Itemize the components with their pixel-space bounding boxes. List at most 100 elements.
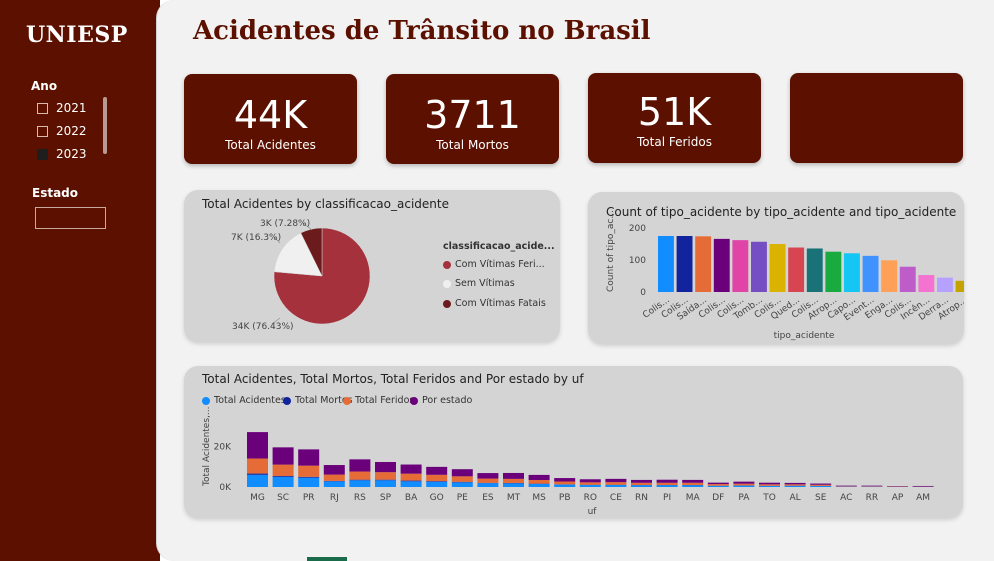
ano-option-2023[interactable]: 2023 bbox=[37, 146, 87, 162]
uf-chart-panel[interactable]: Total Acidentes, Total Mortos, Total Fer… bbox=[184, 366, 963, 518]
stacked-bar-segment[interactable] bbox=[707, 484, 729, 486]
stacked-bar-segment[interactable] bbox=[298, 449, 320, 466]
stacked-bar-segment[interactable] bbox=[272, 476, 294, 477]
bar[interactable] bbox=[862, 255, 879, 292]
stacked-bar-segment[interactable] bbox=[349, 480, 371, 487]
bar[interactable] bbox=[769, 244, 786, 292]
stacked-bar-segment[interactable] bbox=[400, 481, 422, 487]
bar[interactable] bbox=[788, 247, 805, 292]
stacked-bar-segment[interactable] bbox=[477, 473, 499, 479]
stacked-bar-segment[interactable] bbox=[349, 479, 371, 481]
stacked-bar-segment[interactable] bbox=[682, 485, 704, 487]
stacked-bar-segment[interactable] bbox=[759, 482, 780, 485]
kpi-card-total-acidentes[interactable]: 44K Total Acidentes bbox=[184, 74, 357, 164]
stacked-bar-segment[interactable] bbox=[426, 466, 448, 475]
stacked-bar-segment[interactable] bbox=[733, 483, 755, 486]
stacked-bar-segment[interactable] bbox=[400, 473, 422, 481]
stacked-bar-segment[interactable] bbox=[656, 479, 678, 483]
stacked-bar-segment[interactable] bbox=[375, 479, 396, 481]
stacked-bar-segment[interactable] bbox=[810, 485, 832, 487]
bar[interactable] bbox=[806, 248, 823, 292]
checkbox-checked-icon[interactable] bbox=[37, 148, 48, 160]
stacked-bar-segment[interactable] bbox=[707, 482, 729, 485]
stacked-bar-segment[interactable] bbox=[656, 485, 678, 487]
stacked-bar-segment[interactable] bbox=[272, 447, 294, 465]
pie-legend-item[interactable]: Com Vítimas Fatais bbox=[443, 298, 546, 309]
stacked-bar-segment[interactable] bbox=[503, 478, 524, 483]
stacked-bar-segment[interactable] bbox=[554, 481, 576, 485]
bar[interactable] bbox=[955, 280, 964, 292]
stacked-bar-segment[interactable] bbox=[912, 485, 934, 487]
pie-chart-panel[interactable]: Total Acidentes by classificacao_acident… bbox=[184, 190, 560, 342]
stacked-bar-segment[interactable] bbox=[247, 474, 268, 487]
bar[interactable] bbox=[899, 266, 916, 292]
stacked-bar-segment[interactable] bbox=[375, 472, 396, 480]
stacked-bar-segment[interactable] bbox=[579, 484, 601, 487]
stacked-bar-segment[interactable] bbox=[349, 459, 371, 472]
bar[interactable] bbox=[695, 236, 712, 292]
bar[interactable] bbox=[676, 236, 693, 292]
bar[interactable] bbox=[751, 241, 767, 292]
stacked-bar-segment[interactable] bbox=[784, 484, 806, 486]
pie-legend-item[interactable]: Com Vítimas Feri... bbox=[443, 259, 545, 270]
stacked-bar-segment[interactable] bbox=[605, 482, 627, 485]
stacked-bar-segment[interactable] bbox=[579, 482, 601, 485]
stacked-bar-segment[interactable] bbox=[528, 474, 550, 480]
stacked-bar-segment[interactable] bbox=[605, 484, 627, 487]
stacked-bar-segment[interactable] bbox=[272, 464, 294, 477]
stacked-bar-segment[interactable] bbox=[323, 465, 345, 475]
ano-slicer-scrollbar[interactable] bbox=[103, 97, 107, 154]
kpi-card-total-feridos[interactable]: 51K Total Feridos bbox=[588, 73, 761, 163]
stacked-bar-segment[interactable] bbox=[759, 484, 780, 486]
stacked-bar-segment[interactable] bbox=[349, 471, 371, 480]
stacked-bar-segment[interactable] bbox=[682, 479, 704, 483]
stacked-bar-segment[interactable] bbox=[477, 483, 499, 487]
stacked-bar-segment[interactable] bbox=[503, 483, 524, 487]
stacked-bar-segment[interactable] bbox=[784, 485, 806, 487]
stacked-bar-segment[interactable] bbox=[272, 476, 294, 487]
stacked-bar-segment[interactable] bbox=[247, 473, 268, 475]
stacked-bar-segment[interactable] bbox=[733, 485, 755, 487]
stacked-bar-segment[interactable] bbox=[451, 476, 473, 482]
stacked-bar-segment[interactable] bbox=[426, 481, 448, 487]
stacked-bar-segment[interactable] bbox=[656, 482, 678, 486]
stacked-bar-segment[interactable] bbox=[298, 476, 320, 478]
stacked-bar-segment[interactable] bbox=[323, 481, 345, 487]
stacked-bar-segment[interactable] bbox=[375, 461, 396, 473]
stacked-bar-segment[interactable] bbox=[528, 483, 550, 487]
stacked-bar-segment[interactable] bbox=[477, 478, 499, 483]
bar[interactable] bbox=[918, 275, 935, 292]
stacked-bar-segment[interactable] bbox=[707, 485, 729, 487]
stacked-bar-segment[interactable] bbox=[451, 469, 473, 477]
stacked-bar-segment[interactable] bbox=[400, 480, 422, 482]
bar[interactable] bbox=[844, 253, 860, 292]
stacked-bar-segment[interactable] bbox=[682, 482, 704, 485]
stacked-bar-segment[interactable] bbox=[810, 484, 832, 486]
bar[interactable] bbox=[937, 277, 953, 292]
stacked-bar-segment[interactable] bbox=[400, 464, 422, 474]
stacked-bar-segment[interactable] bbox=[247, 458, 268, 474]
estado-dropdown[interactable] bbox=[35, 207, 106, 229]
stacked-bar-segment[interactable] bbox=[554, 484, 576, 487]
kpi-card-empty[interactable] bbox=[790, 73, 963, 163]
stacked-bar-segment[interactable] bbox=[298, 477, 320, 487]
stacked-bar-segment[interactable] bbox=[759, 485, 780, 487]
stacked-bar-segment[interactable] bbox=[528, 479, 550, 484]
stacked-bar-segment[interactable] bbox=[247, 432, 268, 459]
stacked-bar-segment[interactable] bbox=[631, 479, 652, 483]
tipo-acidente-chart-panel[interactable]: Count of tipo_acidente by tipo_acidente … bbox=[588, 192, 964, 344]
stacked-bar-segment[interactable] bbox=[631, 485, 652, 487]
stacked-bar-segment[interactable] bbox=[605, 478, 627, 483]
checkbox-icon[interactable] bbox=[37, 125, 48, 137]
checkbox-icon[interactable] bbox=[37, 102, 48, 114]
bar[interactable] bbox=[658, 236, 674, 292]
stacked-bar-segment[interactable] bbox=[323, 474, 345, 481]
stacked-bar-segment[interactable] bbox=[784, 482, 806, 485]
stacked-bar-segment[interactable] bbox=[298, 465, 320, 477]
stacked-bar-segment[interactable] bbox=[733, 481, 755, 484]
stacked-bar-segment[interactable] bbox=[554, 478, 576, 482]
kpi-card-total-mortos[interactable]: 3711 Total Mortos bbox=[386, 74, 559, 164]
stacked-bar-segment[interactable] bbox=[579, 479, 601, 483]
bar[interactable] bbox=[713, 238, 730, 292]
stacked-bar-segment[interactable] bbox=[503, 472, 524, 479]
